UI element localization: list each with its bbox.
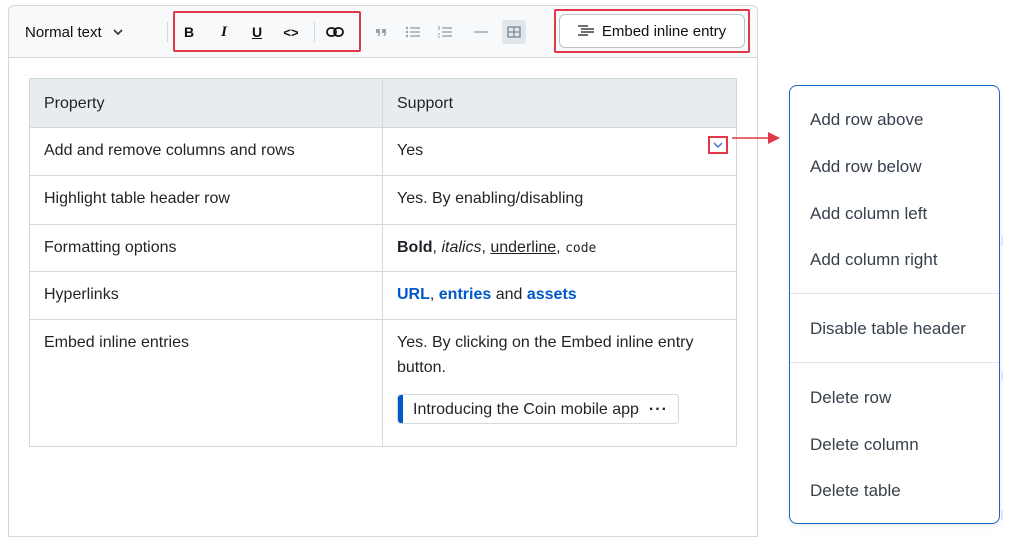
menu-divider	[790, 362, 999, 363]
link-icon	[326, 27, 344, 37]
link-button[interactable]	[323, 19, 347, 45]
table-cell[interactable]: Embed inline entries	[29, 319, 383, 447]
toolbar-divider	[167, 22, 168, 42]
toolbar-divider	[314, 22, 315, 42]
arrow-icon	[732, 132, 780, 144]
table-icon	[507, 26, 521, 38]
rich-text-editor: Normal text B I U <> Embed inline entry …	[8, 5, 758, 537]
numbered-list-icon	[438, 26, 452, 38]
text-separator: ,	[556, 239, 566, 256]
url-link[interactable]: URL	[397, 286, 430, 303]
text-separator: ,	[481, 239, 491, 256]
table-cell[interactable]: Hyperlinks	[29, 271, 383, 320]
entries-link[interactable]: entries	[439, 286, 491, 303]
insert-table-button[interactable]	[502, 20, 526, 44]
cell-text: Yes	[397, 142, 424, 159]
table-cell[interactable]: Yes. By enabling/disabling	[382, 175, 737, 225]
cell-text: Yes. By clicking on the Embed inline ent…	[397, 334, 694, 376]
more-options-icon[interactable]: ···	[649, 397, 668, 422]
table-header-cell[interactable]: Property	[29, 78, 383, 128]
table-cell[interactable]: Highlight table header row	[29, 175, 383, 225]
table-row: Hyperlinks URL, entries and assets	[29, 271, 737, 320]
scroll-edge	[1001, 371, 1003, 381]
editor-toolbar: Normal text B I U <> Embed inline entry	[9, 6, 757, 58]
scroll-edge	[1001, 510, 1003, 520]
bold-button[interactable]: B	[177, 19, 201, 45]
embed-inline-entry-label: Embed inline entry	[601, 22, 727, 40]
table-header-cell[interactable]: Support	[382, 78, 737, 128]
bold-text: Bold	[397, 239, 433, 256]
italic-text: italics	[441, 239, 482, 256]
table-header-row: Property Support	[29, 78, 737, 128]
menu-item-add-row-above[interactable]: Add row above	[810, 110, 923, 130]
text-style-label: Normal text	[25, 23, 102, 41]
table-row: Add and remove columns and rows Yes	[29, 127, 737, 176]
menu-item-add-column-left[interactable]: Add column left	[810, 204, 927, 224]
underline-button[interactable]: U	[245, 19, 269, 45]
bulleted-list-button[interactable]	[401, 19, 425, 45]
text-separator: and	[491, 286, 527, 303]
menu-divider	[790, 293, 999, 294]
entry-accent-bar	[398, 395, 403, 423]
table-cell[interactable]: URL, entries and assets	[382, 271, 737, 320]
code-button[interactable]: <>	[279, 19, 303, 45]
inline-entry-card[interactable]: Introducing the Coin mobile app ···	[397, 394, 679, 424]
menu-item-delete-row[interactable]: Delete row	[810, 388, 891, 408]
menu-item-add-row-below[interactable]: Add row below	[810, 157, 922, 177]
numbered-list-button[interactable]	[433, 19, 457, 45]
scroll-edge	[1001, 236, 1003, 246]
menu-item-delete-table[interactable]: Delete table	[810, 481, 901, 501]
chevron-down-icon	[713, 142, 723, 148]
embed-inline-entry-button[interactable]: Embed inline entry	[559, 14, 745, 48]
text-separator: ,	[429, 286, 439, 303]
bulleted-list-icon	[405, 26, 420, 38]
code-text: code	[565, 241, 597, 256]
menu-item-disable-table-header[interactable]: Disable table header	[810, 319, 966, 339]
content-table: Property Support Add and remove columns …	[29, 78, 737, 447]
menu-item-add-column-right[interactable]: Add column right	[810, 250, 938, 270]
table-row: Highlight table header row Yes. By enabl…	[29, 175, 737, 225]
quote-icon	[376, 29, 387, 37]
underline-text: underline	[490, 239, 557, 256]
table-row: Formatting options Bold, italics, underl…	[29, 224, 737, 272]
quote-button[interactable]	[369, 19, 393, 45]
table-context-menu: Add row above Add row below Add column l…	[789, 85, 1000, 524]
assets-link[interactable]: assets	[527, 286, 577, 303]
table-cell[interactable]: Bold, italics, underline, code	[382, 224, 737, 272]
table-cell-active[interactable]: Yes	[382, 127, 737, 176]
table-row: Embed inline entries Yes. By clicking on…	[29, 319, 737, 447]
menu-item-delete-column[interactable]: Delete column	[810, 435, 919, 455]
cell-actions-dropdown[interactable]	[708, 136, 728, 154]
italic-button[interactable]: I	[212, 19, 236, 45]
inline-entry-title: Introducing the Coin mobile app	[413, 400, 639, 418]
horizontal-rule-icon	[474, 31, 488, 33]
table-cell[interactable]: Yes. By clicking on the Embed inline ent…	[382, 319, 737, 447]
table-cell[interactable]: Add and remove columns and rows	[29, 127, 383, 176]
chevron-down-icon	[113, 29, 123, 36]
embed-entry-icon	[577, 25, 594, 36]
table-cell[interactable]: Formatting options	[29, 224, 383, 272]
horizontal-rule-button[interactable]	[469, 19, 493, 45]
text-style-dropdown[interactable]: Normal text	[25, 19, 124, 45]
